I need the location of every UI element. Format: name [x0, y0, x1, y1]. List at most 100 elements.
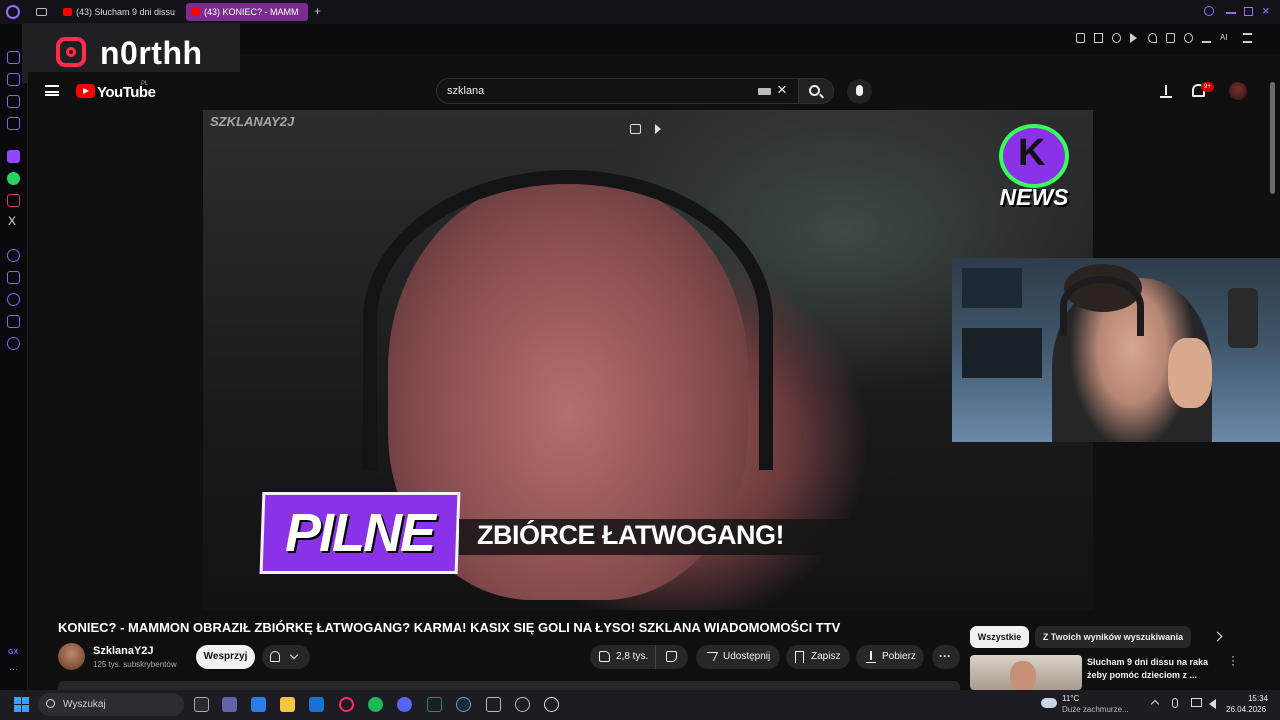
sidebar-home-icon[interactable] [7, 51, 20, 64]
opera-gx-icon[interactable] [339, 697, 354, 712]
description-box[interactable] [58, 681, 960, 690]
discord-icon[interactable] [397, 697, 412, 712]
play-icon[interactable] [1130, 33, 1139, 43]
instagram-icon[interactable] [7, 194, 20, 207]
related-video-thumbnail[interactable] [970, 655, 1082, 690]
new-tab-button[interactable]: + [314, 4, 321, 18]
account-avatar[interactable] [1229, 82, 1247, 100]
whatsapp-icon[interactable] [7, 172, 20, 185]
download-button[interactable]: Pobierz [856, 645, 924, 669]
share-button[interactable]: Udostępnij [696, 645, 780, 669]
file-explorer-icon[interactable] [280, 697, 295, 712]
search-input-value[interactable]: szklana [447, 85, 484, 97]
keyboard-icon[interactable] [758, 88, 771, 95]
spotify-icon[interactable] [368, 697, 383, 712]
youtube-logo-icon[interactable] [76, 84, 95, 98]
notification-badge: 9+ [1201, 82, 1214, 92]
maximize-icon[interactable] [1244, 7, 1253, 16]
tray-network-icon[interactable] [1191, 698, 1202, 707]
vpn-icon[interactable] [1112, 33, 1121, 43]
steam-icon[interactable] [456, 697, 471, 712]
extensions-sidebar-icon[interactable] [7, 315, 20, 328]
mail-icon[interactable] [309, 697, 324, 712]
taskbar-search[interactable] [38, 693, 184, 716]
weather-temperature[interactable]: 11°C [1062, 694, 1079, 703]
clock-date[interactable]: 26.04.2026 [1226, 705, 1266, 714]
weather-description[interactable]: Duże zachmurze... [1062, 705, 1129, 714]
heart-icon[interactable] [1148, 33, 1157, 43]
search-button[interactable] [798, 78, 834, 104]
game-launcher-icon[interactable] [486, 697, 501, 712]
subscription-bell-button[interactable] [262, 645, 310, 669]
minimize-icon[interactable] [1226, 12, 1236, 14]
subscriber-count: 125 tys. subskrybentów [93, 660, 177, 669]
like-dislike-group: 2,8 tys. [590, 645, 688, 669]
breaking-badge-text: PILNE [285, 503, 436, 563]
extensions-icon[interactable] [1166, 33, 1175, 43]
reload-icon[interactable] [1184, 33, 1193, 43]
menu-icon[interactable] [1243, 33, 1252, 43]
opera-menu-icon[interactable] [6, 5, 20, 19]
sidebar-pin-icon[interactable] [7, 271, 20, 284]
sidebar-messenger-icon[interactable] [7, 95, 20, 108]
clear-search-icon[interactable]: × [777, 80, 787, 100]
more-horizontal-icon: ··· [939, 649, 951, 663]
ai-icon[interactable]: AI [1220, 33, 1234, 43]
thumbs-up-icon [599, 651, 610, 662]
tray-mic-icon[interactable] [1172, 698, 1178, 708]
windows-start-icon[interactable] [14, 697, 29, 712]
sidebar-store-icon[interactable] [7, 73, 20, 86]
miniplayer-icon[interactable] [630, 124, 641, 134]
teams-icon[interactable] [222, 697, 237, 712]
taskbar-search-icon [46, 699, 55, 708]
save-button[interactable]: Zapisz [786, 645, 850, 669]
search-tabs-icon[interactable] [1204, 6, 1214, 16]
x-twitter-icon[interactable]: X [8, 214, 16, 228]
snapshot-icon[interactable] [1094, 33, 1103, 43]
chip-from-your-results[interactable]: Z Twoich wyników wyszukiwania [1035, 626, 1191, 648]
channel-avatar[interactable] [58, 643, 85, 670]
dislike-button[interactable] [656, 645, 688, 669]
streamer-headset [1060, 276, 1144, 336]
webcam-shelf [962, 328, 1042, 378]
clock-time[interactable]: 15:34 [1238, 694, 1268, 703]
chip-all[interactable]: Wszystkie [970, 626, 1029, 648]
store-icon[interactable] [251, 697, 266, 712]
tab-slucham[interactable]: (43) Słucham 9 dni dissu n [58, 3, 176, 21]
voice-search-button[interactable] [847, 79, 872, 104]
sidebar-m-icon[interactable] [7, 117, 20, 130]
tray-volume-icon[interactable] [1209, 699, 1216, 709]
twitch-icon[interactable] [7, 150, 20, 163]
like-button[interactable]: 2,8 tys. [590, 645, 656, 669]
upload-icon[interactable] [1160, 84, 1172, 98]
task-view-icon[interactable] [194, 697, 209, 712]
weather-cloud-icon[interactable] [1041, 698, 1057, 708]
more-actions-button[interactable]: ··· [932, 645, 960, 669]
streaming-app-icon[interactable] [544, 697, 559, 712]
related-video-title[interactable]: Słucham 9 dni dissu na raka żeby pomóc d… [1087, 656, 1211, 682]
tab-overview-icon[interactable] [36, 8, 47, 16]
support-button[interactable]: Wesprzyj [196, 645, 255, 669]
skip-next-icon[interactable] [655, 124, 661, 134]
news-logo-text: NEWS [999, 184, 1069, 210]
taskbar-search-placeholder[interactable]: Wyszukaj [63, 699, 106, 710]
settings-gear-icon[interactable] [7, 337, 20, 350]
channel-name[interactable]: SzklanaY2J [93, 645, 154, 657]
xbox-icon[interactable] [427, 697, 442, 712]
page-scrollbar[interactable] [1270, 82, 1275, 194]
chevron-right-icon[interactable] [1212, 631, 1223, 642]
close-window-icon[interactable]: × [1262, 3, 1270, 18]
pin-icon[interactable] [1076, 33, 1085, 43]
tab-koniec-active[interactable]: (43) KONIEC? - MAMM [186, 3, 308, 21]
settings-app-icon[interactable] [515, 697, 530, 712]
search-input[interactable] [436, 78, 800, 104]
extension-icons[interactable]: AI [1076, 33, 1266, 45]
bookmark-icon [795, 651, 804, 663]
sidebar-player-icon[interactable] [7, 249, 20, 262]
hamburger-menu-icon[interactable] [45, 85, 59, 96]
gx-label[interactable]: GX [8, 649, 18, 656]
related-more-icon[interactable]: · · · [1231, 650, 1235, 670]
history-icon[interactable] [7, 293, 20, 306]
download-icon[interactable] [1202, 33, 1211, 43]
more-dots-icon[interactable]: ··· [9, 664, 18, 674]
